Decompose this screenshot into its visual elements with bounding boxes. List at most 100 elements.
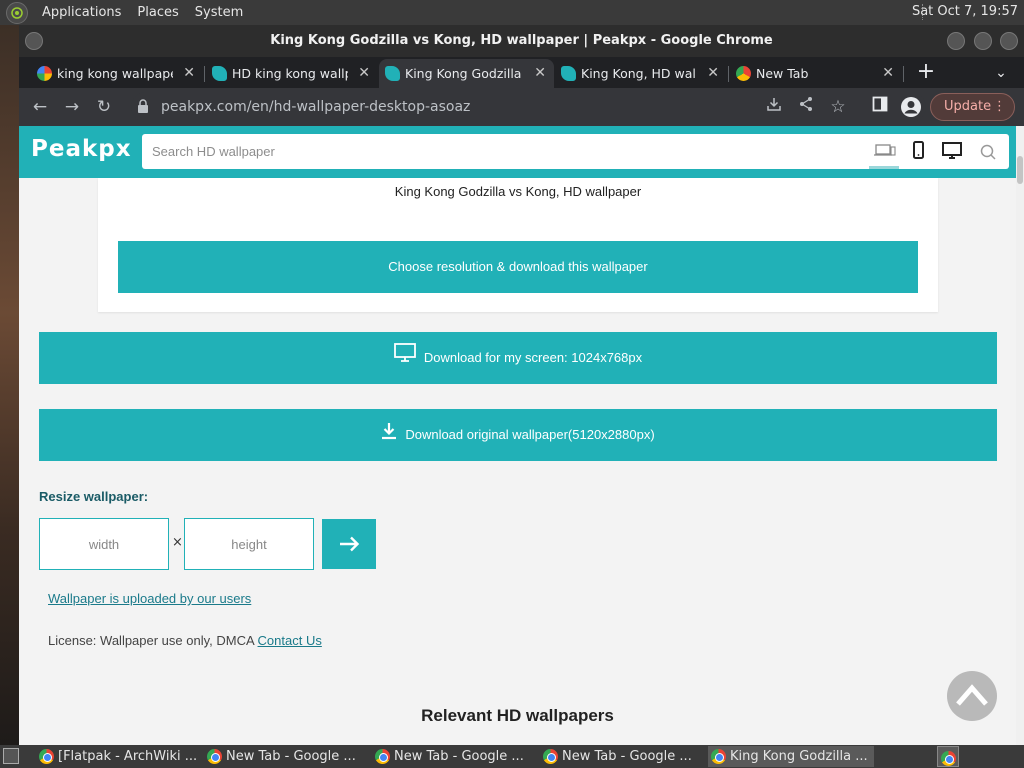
- tab-search-chevron-down-icon[interactable]: ⌄: [989, 59, 1013, 87]
- taskbar-item-label: [Flatpak - ArchWiki ...: [58, 749, 198, 764]
- chrome-icon: [736, 66, 751, 81]
- wallpaper-card: King Kong Godzilla vs Kong, HD wallpaper…: [98, 178, 938, 312]
- tab-label: New Tab: [756, 66, 809, 81]
- page-viewport: Peakpx King Kong Godzilla vs Kong, HD wa…: [19, 126, 1024, 745]
- address-bar[interactable]: peakpx.com/en/hd-wallpaper-desktop-asoaz…: [131, 92, 926, 122]
- back-arrow-icon[interactable]: ←: [29, 96, 51, 118]
- profile-avatar-icon[interactable]: [900, 96, 922, 118]
- clock[interactable]: Sat Oct 7, 19:57: [912, 4, 1018, 19]
- download-original-button[interactable]: Download original wallpaper(5120x2880px): [39, 409, 997, 461]
- maximize-button[interactable]: [974, 32, 992, 50]
- tray-chrome-icon[interactable]: [937, 746, 959, 767]
- chrome-icon: [711, 749, 726, 764]
- side-panel-icon[interactable]: [869, 96, 891, 118]
- tab-label: HD king kong wallp: [232, 66, 348, 81]
- close-icon[interactable]: ✕: [707, 59, 719, 88]
- taskbar-item-label: New Tab - Google ...: [394, 749, 524, 764]
- google-icon: [37, 66, 52, 81]
- tray-icon-wrap: [938, 748, 958, 768]
- show-desktop-icon[interactable]: [3, 748, 19, 764]
- tab-label: king kong wallpape: [57, 66, 173, 81]
- url-text: peakpx.com/en/hd-wallpaper-desktop-asoaz: [161, 99, 471, 115]
- relevant-wallpapers-heading: Relevant HD wallpapers: [421, 706, 614, 725]
- close-window-button[interactable]: [1000, 32, 1018, 50]
- desktop-laptop-icon[interactable]: [869, 134, 899, 169]
- taskbar-item-new-tab[interactable]: New Tab - Google ...: [204, 746, 368, 767]
- menu-system[interactable]: System: [187, 5, 251, 20]
- chrome-icon: [39, 749, 54, 764]
- window-menu-button[interactable]: [25, 32, 43, 50]
- distro-logo-icon[interactable]: [6, 1, 28, 24]
- taskbar-item-label: New Tab - Google ...: [562, 749, 692, 764]
- resize-go-button[interactable]: [322, 519, 376, 569]
- taskbar-item-label: King Kong Godzilla ...: [730, 749, 868, 764]
- times-sign: ×: [172, 535, 183, 550]
- close-icon[interactable]: ✕: [183, 59, 195, 88]
- license-line: License: Wallpaper use only, DMCA Contac…: [48, 633, 322, 648]
- site-logo[interactable]: Peakpx: [31, 136, 132, 162]
- desktop-background: [0, 25, 19, 745]
- width-input[interactable]: [39, 518, 169, 570]
- window-title: King Kong Godzilla vs Kong, HD wallpaper…: [270, 33, 773, 48]
- wallpaper-title: King Kong Godzilla vs Kong, HD wallpaper: [394, 184, 642, 199]
- choose-resolution-button[interactable]: Choose resolution & download this wallpa…: [118, 241, 918, 293]
- tab-king-kong-godzilla-active[interactable]: King Kong Godzilla ✕: [379, 59, 554, 88]
- uploaded-by-users-link[interactable]: Wallpaper is uploaded by our users: [48, 591, 251, 606]
- browser-window: King Kong Godzilla vs Kong, HD wallpaper…: [19, 25, 1024, 745]
- taskbar-item-king-kong-godzilla[interactable]: King Kong Godzilla ...: [708, 746, 874, 767]
- search-input[interactable]: [142, 134, 842, 169]
- close-icon[interactable]: ✕: [882, 59, 894, 88]
- tab-king-kong-wallpaper-search[interactable]: king kong wallpape ✕: [31, 59, 203, 88]
- minimize-button[interactable]: [947, 32, 965, 50]
- mobile-phone-icon[interactable]: [904, 134, 934, 169]
- close-icon[interactable]: ✕: [534, 59, 546, 88]
- download-original-label: Download original wallpaper(5120x2880px): [405, 427, 655, 442]
- share-icon[interactable]: [795, 96, 817, 118]
- download-screen-label: Download for my screen: 1024x768px: [423, 350, 643, 365]
- update-label: Update: [944, 99, 992, 114]
- chevron-up-icon: [956, 684, 988, 706]
- download-for-my-screen-button[interactable]: Download for my screen: 1024x768px: [39, 332, 997, 384]
- chrome-icon: [941, 751, 956, 766]
- monitor-icon: [393, 333, 416, 385]
- arrow-right-icon: [340, 536, 360, 552]
- tab-new-tab[interactable]: New Tab ✕: [730, 59, 902, 88]
- contact-us-link[interactable]: Contact Us: [258, 633, 322, 648]
- taskbar-item-flatpak-archwiki[interactable]: [Flatpak - ArchWiki ...: [36, 746, 200, 767]
- resize-wallpaper-label: Resize wallpaper:: [39, 489, 149, 504]
- close-icon[interactable]: ✕: [358, 59, 370, 88]
- page-scrollbar[interactable]: [1016, 126, 1024, 745]
- license-text: License: Wallpaper use only, DMCA: [48, 633, 258, 648]
- tab-hd-king-kong-wallpaper[interactable]: HD king kong wallp ✕: [206, 59, 378, 88]
- site-header: Peakpx: [19, 126, 1016, 178]
- tab-divider: [903, 66, 904, 82]
- menu-applications[interactable]: Applications: [34, 5, 129, 20]
- download-icon: [381, 410, 397, 462]
- height-input[interactable]: [184, 518, 314, 570]
- reload-icon[interactable]: ↻: [93, 96, 115, 118]
- tab-divider: [728, 66, 729, 82]
- tab-label: King Kong Godzilla: [405, 66, 521, 81]
- peakpx-icon: [385, 66, 400, 81]
- menu-places[interactable]: Places: [129, 5, 186, 20]
- taskbar-item-label: New Tab - Google ...: [226, 749, 356, 764]
- new-tab-button[interactable]: +: [912, 59, 940, 87]
- os-top-panel: Applications Places System Sat Oct 7, 19…: [0, 0, 1024, 25]
- tab-king-kong-hd-wallpaper[interactable]: King Kong, HD wall ✕: [555, 59, 727, 88]
- install-app-icon[interactable]: [763, 96, 785, 118]
- site-search-bar: [142, 134, 1009, 169]
- forward-arrow-icon[interactable]: →: [61, 96, 83, 118]
- peakpx-icon: [561, 66, 576, 81]
- monitor-icon[interactable]: [937, 134, 967, 169]
- bookmark-star-icon[interactable]: ☆: [827, 96, 849, 118]
- lock-icon: [138, 99, 148, 113]
- more-vert-icon: ⋮: [993, 99, 1006, 114]
- window-titlebar[interactable]: King Kong Godzilla vs Kong, HD wallpaper…: [19, 25, 1024, 57]
- taskbar-item-new-tab[interactable]: New Tab - Google ...: [540, 746, 704, 767]
- update-button[interactable]: Update ⋮: [930, 93, 1015, 121]
- scroll-to-top-button[interactable]: [947, 671, 997, 721]
- scrollbar-thumb[interactable]: [1017, 156, 1023, 184]
- os-taskbar: [Flatpak - ArchWiki ... New Tab - Google…: [0, 745, 1024, 768]
- taskbar-item-new-tab[interactable]: New Tab - Google ...: [372, 746, 536, 767]
- search-icon[interactable]: [973, 134, 1003, 169]
